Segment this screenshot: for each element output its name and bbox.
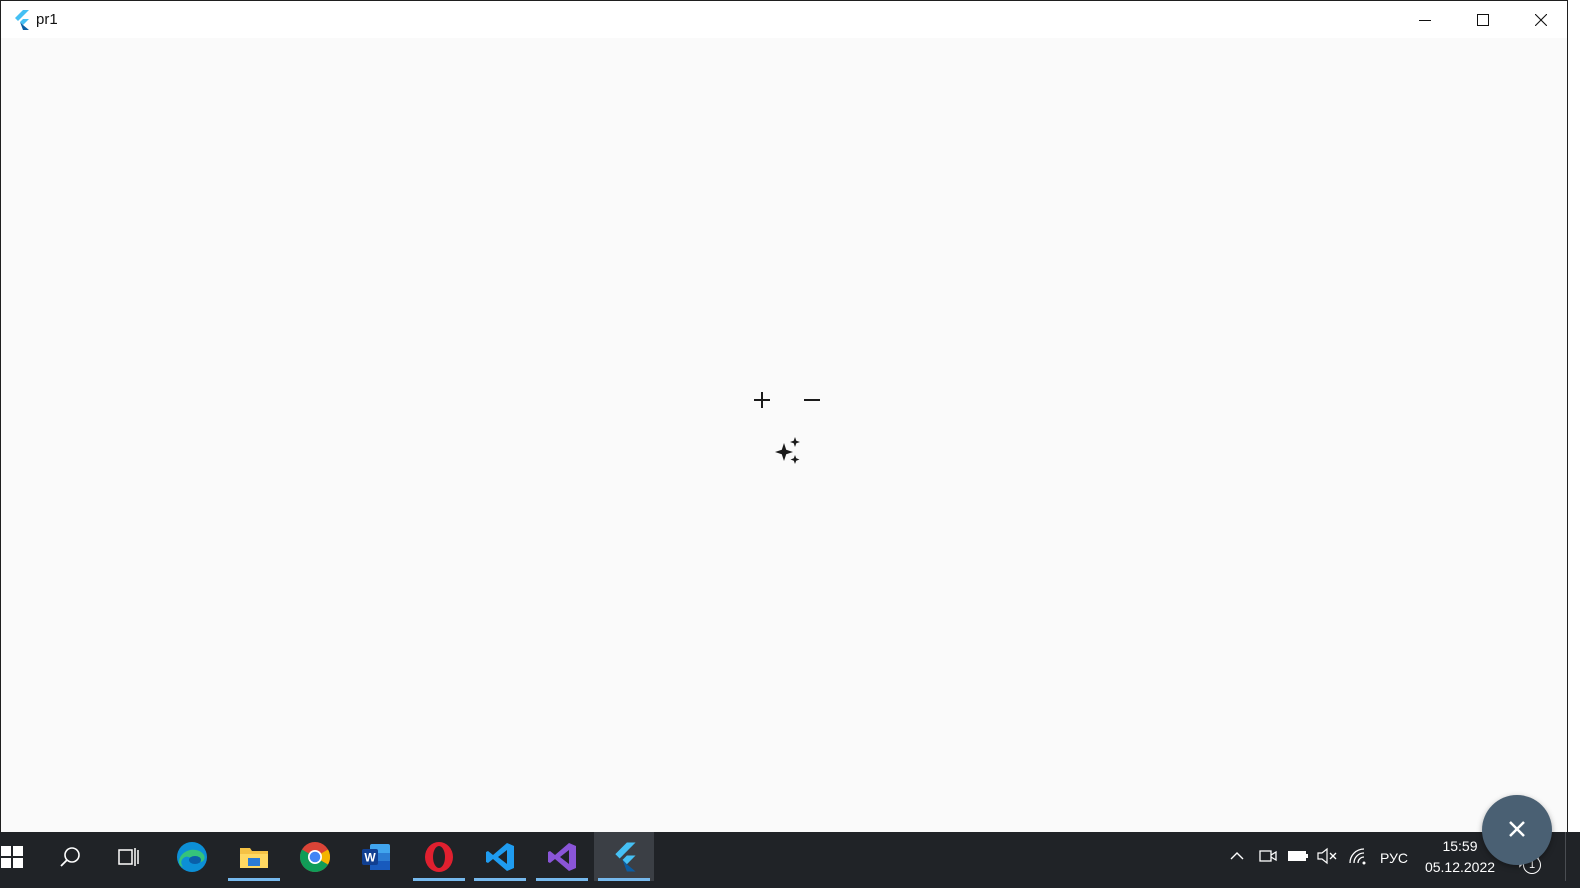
auto-awesome-button[interactable] xyxy=(773,436,803,466)
add-icon xyxy=(754,392,770,408)
window-title: pr1 xyxy=(36,11,58,28)
floating-action-button[interactable] xyxy=(1482,795,1552,865)
taskbar-app-visual-studio[interactable] xyxy=(532,832,592,881)
svg-text:W: W xyxy=(364,850,376,864)
search-button[interactable] xyxy=(40,832,100,881)
taskbar-app-flutter[interactable] xyxy=(594,832,654,881)
decrement-button[interactable] xyxy=(799,387,825,413)
app-window: pr1 xyxy=(0,0,1568,832)
taskbar-app-file-explorer[interactable] xyxy=(224,832,284,881)
taskbar-app-chrome[interactable] xyxy=(285,832,345,881)
microsoft-edge-icon xyxy=(177,841,207,872)
visual-studio-code-icon xyxy=(486,842,514,871)
folder-icon xyxy=(240,847,268,868)
task-view-icon xyxy=(118,847,139,866)
close-icon xyxy=(1509,821,1525,837)
microsoft-word-icon: W xyxy=(362,843,390,870)
app-content xyxy=(1,38,1567,832)
maximize-icon xyxy=(1477,13,1489,26)
taskbar-app-opera[interactable] xyxy=(409,832,469,881)
show-desktop-button[interactable] xyxy=(1565,832,1580,881)
search-icon xyxy=(60,846,80,867)
wifi-icon xyxy=(1349,848,1366,865)
flutter-logo-icon xyxy=(15,10,29,30)
minimize-button[interactable] xyxy=(1396,1,1454,38)
auto-awesome-icon xyxy=(775,437,800,464)
minimize-icon xyxy=(1419,19,1431,21)
tray-battery[interactable] xyxy=(1287,844,1309,868)
task-view-button[interactable] xyxy=(99,832,159,881)
remove-icon xyxy=(804,399,820,401)
opera-icon xyxy=(425,841,453,872)
tray-network[interactable] xyxy=(1348,844,1368,868)
taskbar-app-word[interactable]: W xyxy=(346,832,406,881)
tray-volume[interactable] xyxy=(1317,844,1337,868)
show-hidden-icons-button[interactable] xyxy=(1229,844,1245,868)
input-language[interactable]: РУС xyxy=(1380,846,1408,870)
windows-logo-icon xyxy=(1,845,23,868)
taskbar-app-vscode[interactable] xyxy=(470,832,530,881)
camera-icon xyxy=(1259,850,1277,862)
visual-studio-icon xyxy=(548,842,576,871)
close-icon xyxy=(1535,13,1547,26)
taskbar-app-edge[interactable] xyxy=(162,832,222,881)
tray-meet-now[interactable] xyxy=(1259,844,1277,868)
google-chrome-icon xyxy=(299,841,331,872)
maximize-button[interactable] xyxy=(1454,1,1512,38)
increment-button[interactable] xyxy=(749,387,775,413)
volume-muted-icon xyxy=(1317,847,1337,865)
close-button[interactable] xyxy=(1512,1,1570,38)
title-bar[interactable]: pr1 xyxy=(1,1,1567,38)
clock-date: 05.12.2022 xyxy=(1424,859,1496,875)
flutter-logo-icon xyxy=(615,842,636,871)
battery-icon xyxy=(1288,851,1308,861)
taskbar: W РУС 15:59 05.12.2022 1 xyxy=(0,832,1580,888)
chevron-up-icon xyxy=(1230,852,1244,860)
start-button[interactable] xyxy=(0,832,42,881)
